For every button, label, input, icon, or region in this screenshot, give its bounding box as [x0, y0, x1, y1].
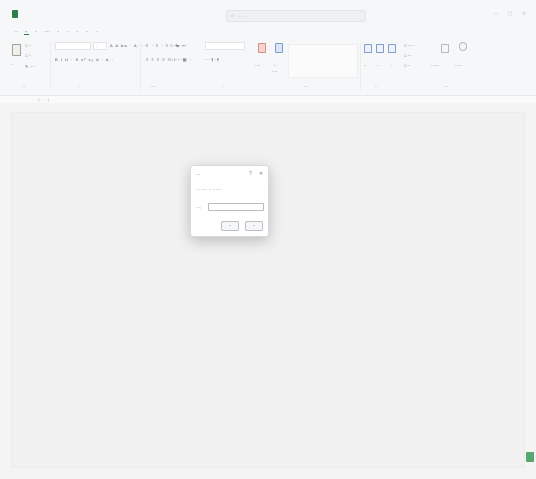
menu-item[interactable]: ·· [65, 29, 70, 34]
title-bar: · · · · · · ⌕ ·· ·· — ▢ ✕ [0, 0, 536, 27]
menu-item[interactable]: ··· [13, 29, 19, 34]
window-controls: — ▢ ✕ [490, 9, 530, 19]
cut-button[interactable]: □ ·· [25, 43, 31, 48]
replace-icon[interactable] [275, 43, 283, 53]
font-family-select[interactable] [55, 42, 91, 50]
dialog-field-label: ···: [196, 205, 202, 210]
editing-icon-1[interactable] [364, 44, 372, 53]
ribbon-divider [140, 42, 141, 90]
document-icon[interactable] [526, 452, 534, 462]
copy-button[interactable]: □ ·· [25, 53, 31, 58]
font-format-row-2[interactable]: B I U · S x² x₂ A · A · [55, 57, 114, 62]
menu-bar: ··· ·· ·· ···· ·· ·· ·· ·· ·· [0, 27, 536, 36]
prompt-dialog: ··· ? ✕ ··· ····· ·· ······· ···: ·· ·· [190, 165, 269, 237]
style-option-2[interactable]: □ ····· · [170, 57, 183, 62]
find-group-label: ··· [304, 84, 308, 89]
font-format-row-1[interactable]: A A Aa · A· ··· [110, 43, 149, 48]
editing-label-3: ·· [390, 63, 393, 68]
styles-group-label: ·· [222, 84, 225, 89]
close-window-button[interactable]: ✕ [518, 9, 530, 19]
style-row-3[interactable]: ·· · ¶ · ¶ [205, 57, 219, 62]
styles-gallery[interactable] [288, 44, 358, 78]
editing-label-2: ·· [377, 63, 380, 68]
extra-icon-1[interactable] [441, 44, 449, 53]
extra-label-2: ······ [454, 63, 462, 68]
menu-item[interactable]: ···· [43, 29, 50, 34]
editing-label-1: ·· [364, 63, 367, 68]
editing-icon-2[interactable] [376, 44, 384, 53]
editing-side-1[interactable]: □ ···· · [404, 43, 415, 48]
maximize-button[interactable]: ▢ [504, 9, 516, 19]
search-icon: ⌕ [231, 13, 234, 19]
dialog-text-input[interactable] [208, 203, 264, 211]
cancel-button[interactable]: ·· [245, 221, 263, 231]
ribbon-divider [360, 42, 361, 90]
menu-item[interactable]: ·· [85, 29, 90, 34]
format-painter-button[interactable]: ✎ ···· [25, 64, 35, 69]
dialog-title: ··· [196, 172, 200, 177]
close-icon[interactable]: ✕ [259, 171, 263, 177]
editing-side-3[interactable]: □ ·· [404, 63, 410, 68]
paragraph-group-label: ···· [150, 84, 156, 89]
paragraph-row-1[interactable]: ≡ · ≡ · ≡ · ↹ ↤ [146, 43, 186, 48]
paste-icon[interactable] [12, 44, 21, 56]
style-select[interactable] [205, 42, 245, 50]
clipboard-group-label: ··· [22, 84, 26, 89]
ok-button[interactable]: ·· [221, 221, 239, 231]
minimize-button[interactable]: — [490, 9, 502, 19]
editing-group-label: ·· [375, 84, 378, 89]
menu-item[interactable]: ·· [94, 29, 99, 34]
search-box[interactable]: ⌕ ·· ·· [226, 10, 366, 22]
help-icon[interactable]: ? [249, 171, 252, 177]
find-sublabel: ···· [272, 69, 278, 74]
font-group-label: ·· [78, 84, 81, 89]
replace-label: ·· [274, 63, 277, 68]
document-canvas[interactable] [0, 103, 536, 479]
paragraph-row-2[interactable]: ≡ ≡ ≡ ≡ ≡ ↕ · ▦ · [146, 57, 192, 62]
dialog-message: ··· ····· ·· ······· [196, 187, 222, 192]
word-processor-window: · · · · · · ⌕ ·· ·· — ▢ ✕ ··· ·· ·· ····… [0, 0, 536, 479]
editing-side-2[interactable]: □ ··· [404, 53, 412, 58]
paste-button-label: ·· [11, 62, 14, 67]
style-option-1[interactable]: □ ····· [170, 43, 180, 48]
extra-label-1: ······ [431, 63, 439, 68]
window-title: · · · · · · [24, 12, 44, 17]
font-size-select[interactable]: · [93, 42, 107, 50]
extras-group-label: ··· [444, 84, 448, 89]
find-label: ···· [255, 63, 261, 68]
ribbon-divider [50, 42, 51, 90]
menu-item[interactable]: ·· [56, 29, 61, 34]
app-icon [12, 10, 18, 18]
menu-item[interactable]: ·· [34, 29, 39, 34]
search-placeholder: ·· ·· [239, 14, 246, 19]
menu-item[interactable]: ·· [75, 29, 80, 34]
ribbon-toolbar: ·· □ ·· □ ·· ✎ ···· ··· · A A Aa · A· ··… [0, 36, 536, 96]
menu-item-active[interactable]: ·· [24, 29, 29, 35]
extra-icon-2[interactable] [459, 42, 467, 51]
find-icon[interactable] [258, 43, 266, 53]
editing-icon-3[interactable] [388, 44, 396, 53]
